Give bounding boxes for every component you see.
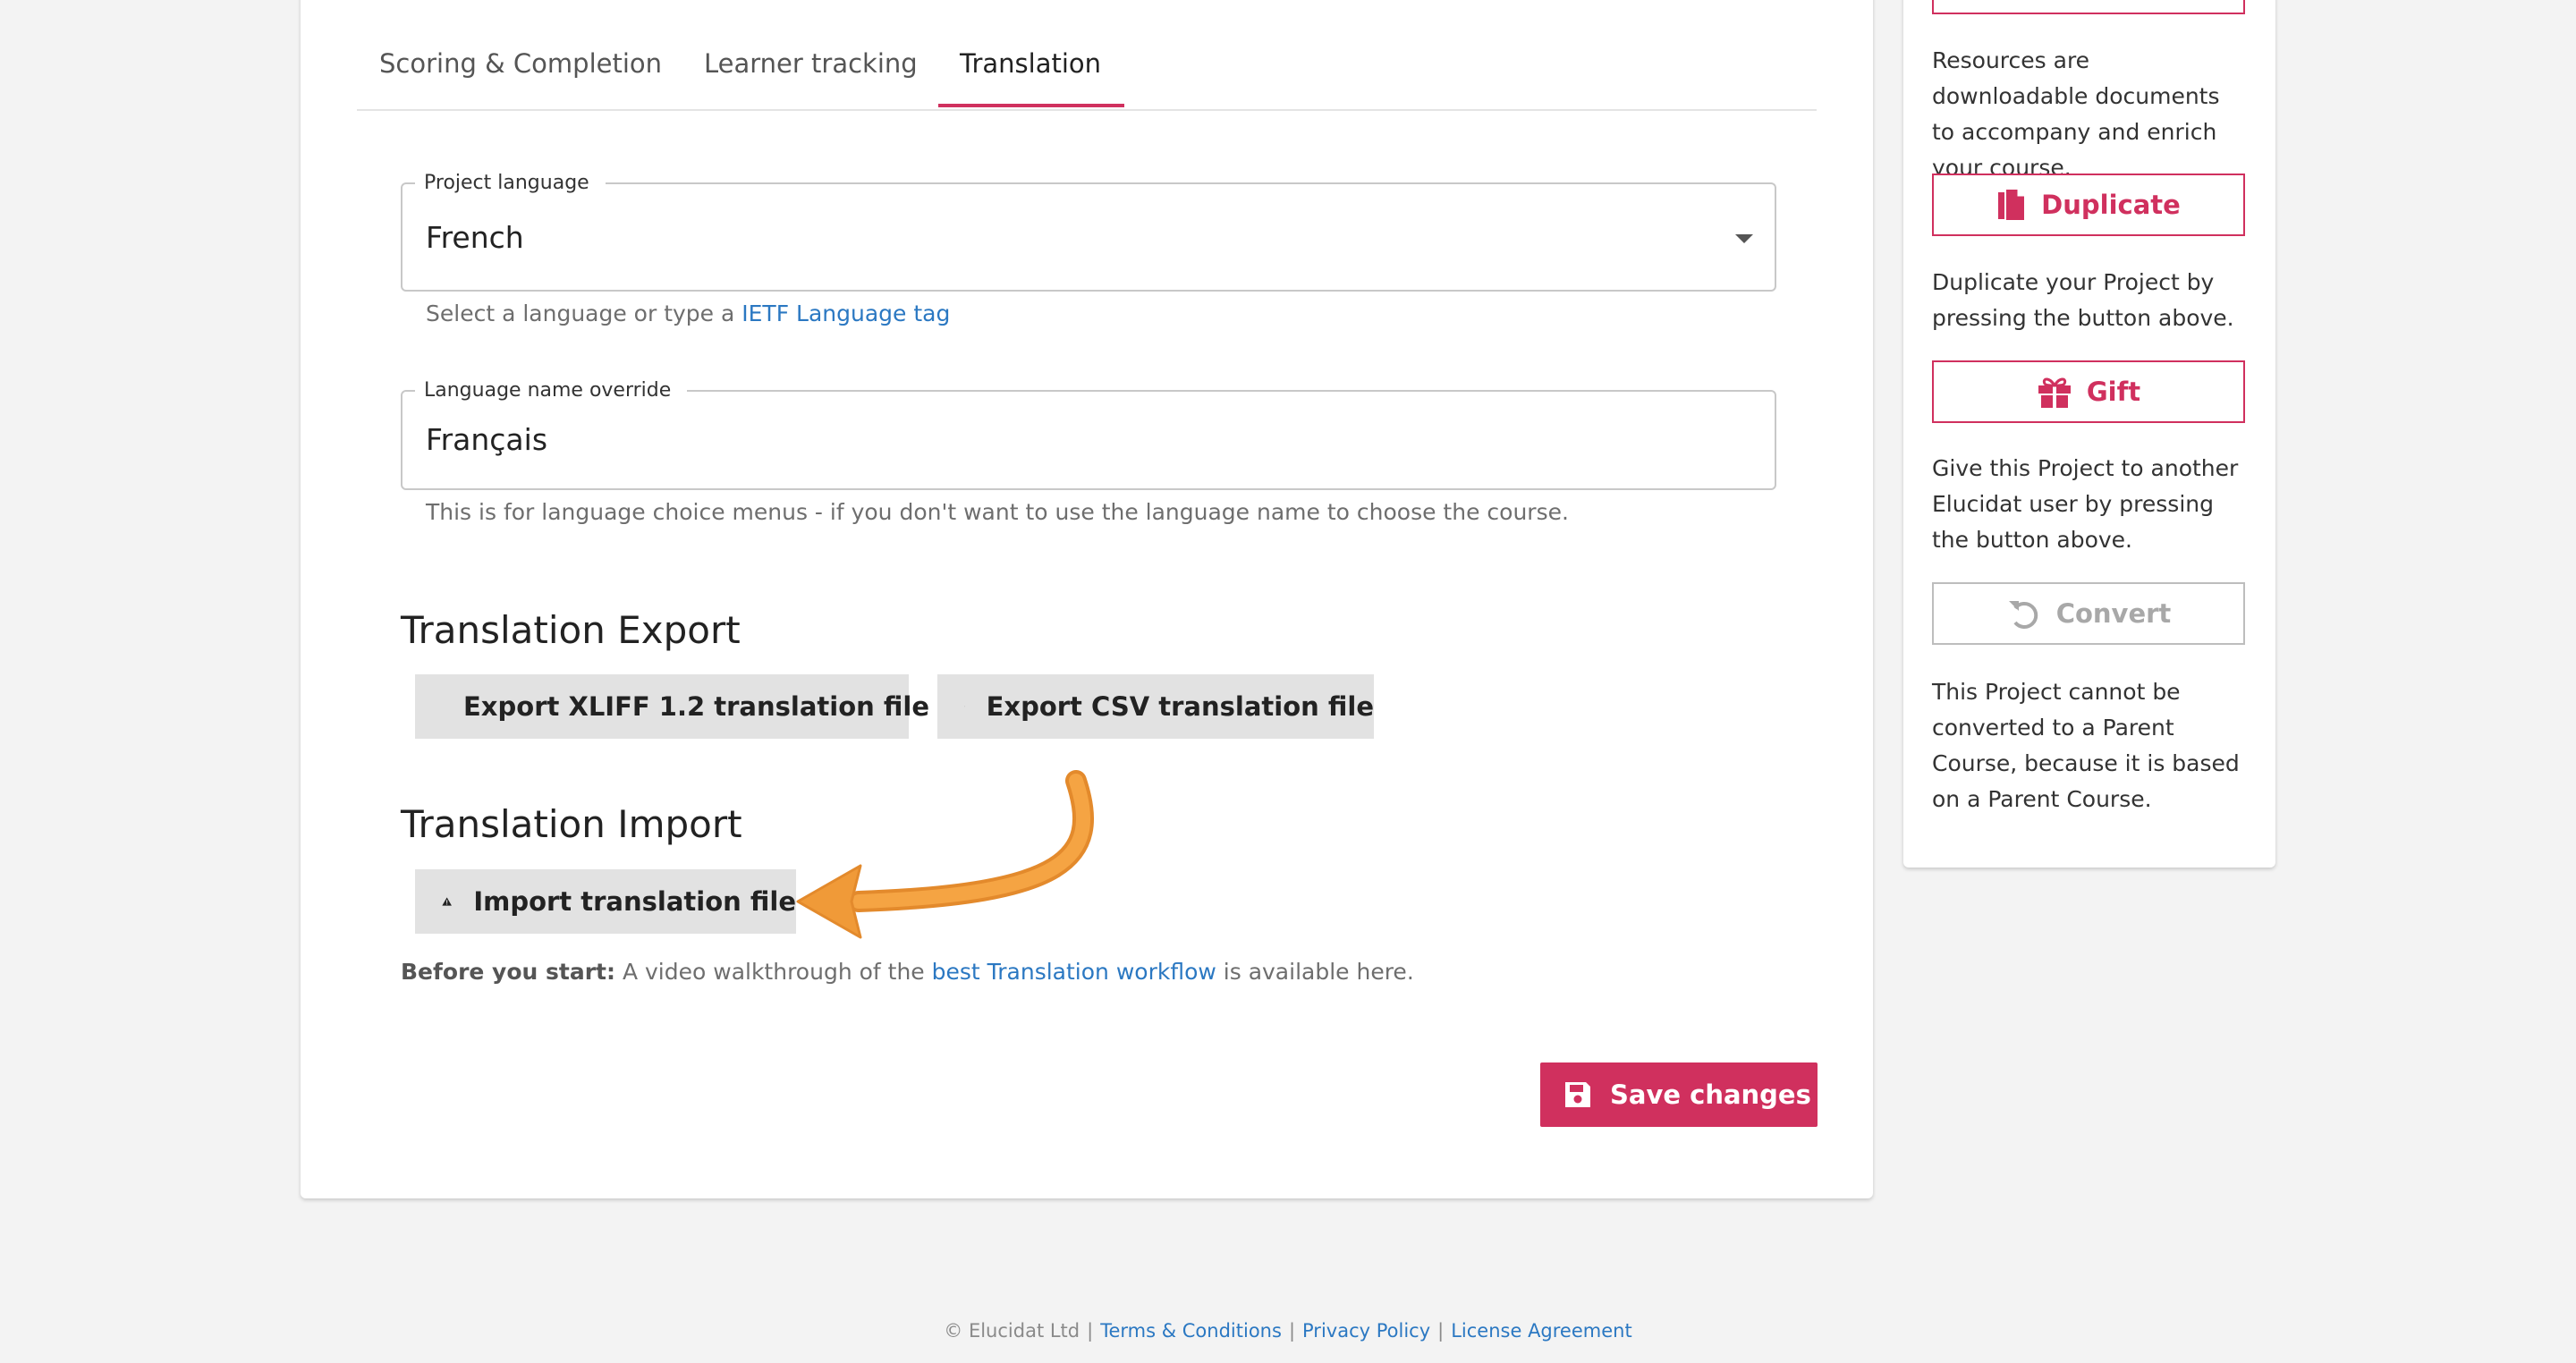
resources-button[interactable]: [1932, 0, 2245, 14]
export-csv-label: Export CSV translation file: [986, 691, 1374, 722]
undo-arrow-icon: [2008, 601, 2038, 629]
export-csv-button[interactable]: Export CSV translation file: [937, 674, 1374, 739]
gift-label: Gift: [2086, 377, 2141, 407]
project-language-label: Project language: [415, 172, 606, 194]
language-override-value: Français: [426, 422, 548, 457]
translation-export-title: Translation Export: [401, 608, 741, 652]
duplicate-button[interactable]: Duplicate: [1932, 174, 2245, 236]
language-override-helper: This is for language choice menus - if y…: [426, 499, 1569, 525]
license-agreement-link[interactable]: License Agreement: [1451, 1320, 1631, 1342]
convert-button[interactable]: Convert: [1932, 582, 2245, 645]
best-translation-workflow-link[interactable]: best Translation workflow: [932, 959, 1216, 985]
gift-button[interactable]: Gift: [1932, 360, 2245, 423]
project-language-value: French: [426, 220, 524, 255]
tab-scoring-completion[interactable]: Scoring & Completion: [379, 48, 662, 109]
duplicate-label: Duplicate: [2041, 190, 2181, 220]
duplicate-description: Duplicate your Project by pressing the b…: [1932, 269, 2234, 331]
tab-translation[interactable]: Translation: [960, 48, 1101, 109]
save-changes-button[interactable]: Save changes: [1540, 1062, 1818, 1127]
ietf-language-tag-link[interactable]: IETF Language tag: [741, 301, 950, 326]
warning-icon: [442, 897, 452, 906]
save-changes-label: Save changes: [1610, 1079, 1811, 1110]
language-override-label: Language name override: [415, 379, 688, 402]
flag-icon: [964, 706, 965, 707]
active-tab-indicator: [938, 104, 1124, 107]
project-language-helper: Select a language or type a IETF Languag…: [426, 301, 951, 326]
gift-icon: [2038, 377, 2071, 408]
project-language-select[interactable]: Project language French: [401, 172, 1776, 292]
floppy-disk-icon: [1565, 1082, 1590, 1107]
export-xliff-label: Export XLIFF 1.2 translation file: [463, 691, 929, 722]
convert-label: Convert: [2055, 598, 2172, 629]
tab-learner-tracking[interactable]: Learner tracking: [704, 48, 918, 109]
export-xliff-button[interactable]: Export XLIFF 1.2 translation file: [415, 674, 929, 739]
import-translation-label: Import translation file: [473, 886, 796, 917]
translation-import-title: Translation Import: [401, 802, 742, 846]
chevron-down-icon[interactable]: [1735, 234, 1753, 243]
footer-copyright: © Elucidat Ltd: [944, 1320, 1080, 1342]
resources-description: Resources are downloadable documents to …: [1932, 47, 2220, 181]
language-name-override-field[interactable]: Language name override Français: [401, 379, 1776, 490]
terms-conditions-link[interactable]: Terms & Conditions: [1100, 1320, 1282, 1342]
convert-description: This Project cannot be converted to a Pa…: [1932, 679, 2240, 812]
import-translation-button[interactable]: Import translation file: [415, 869, 796, 934]
document-copy-icon: [1998, 188, 2027, 222]
before-you-start-note: Before you start: A video walkthrough of…: [401, 959, 1414, 985]
footer: © Elucidat Ltd | Terms & Conditions | Privac…: [944, 1320, 1632, 1342]
privacy-policy-link[interactable]: Privacy Policy: [1302, 1320, 1430, 1342]
gift-description: Give this Project to another Elucidat us…: [1932, 455, 2239, 553]
